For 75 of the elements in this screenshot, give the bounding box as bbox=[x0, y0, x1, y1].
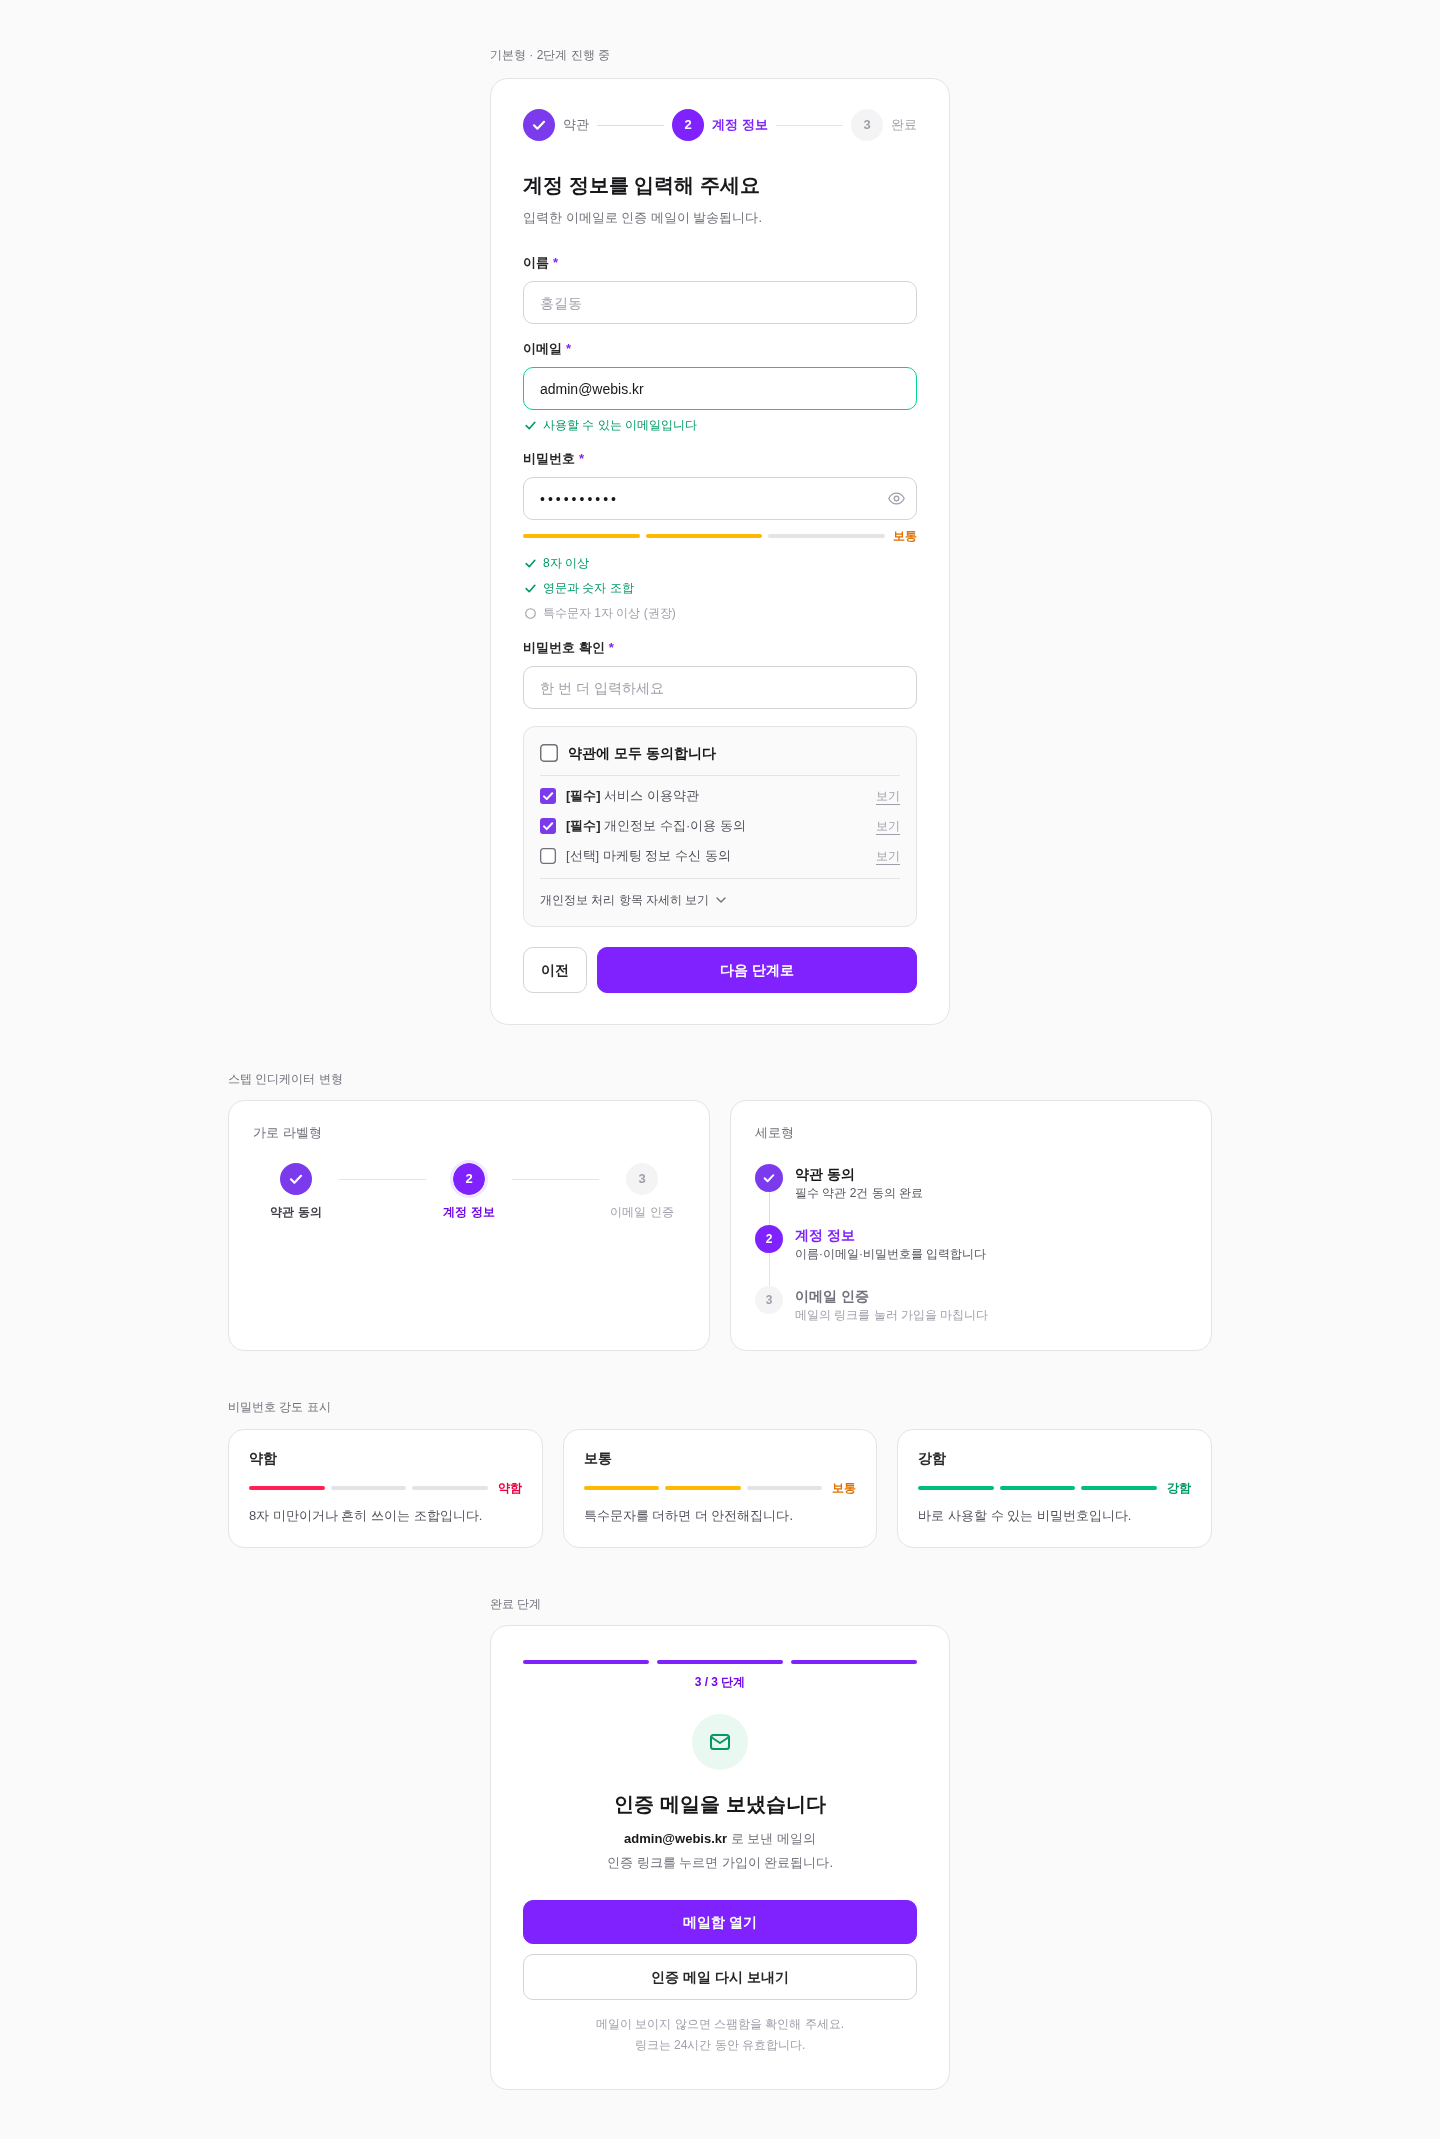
required-mark: * bbox=[553, 254, 559, 273]
completion-message: admin@webis.kr 로 보낸 메일의 인증 링크를 누르면 가입이 완료됩니다. bbox=[606, 1830, 834, 1872]
requirement-text: 8자 이상 bbox=[543, 555, 589, 572]
agreement-text: [필수] 서비스 이용약관 bbox=[566, 787, 699, 806]
requirement-text: 특수문자 1자 이상 (권장) bbox=[543, 605, 676, 622]
step-number: 2 bbox=[755, 1225, 783, 1253]
step-label: 완료 bbox=[891, 116, 917, 135]
strength-description: 8자 미만이거나 흔히 쓰이는 조합입니다. bbox=[249, 1507, 483, 1525]
input-field[interactable]: 홍길동 bbox=[523, 281, 917, 324]
strength-label: 강함 bbox=[1167, 1480, 1191, 1497]
form-subtitle: 입력한 이메일로 인증 메일이 발송됩니다. bbox=[523, 209, 763, 227]
section-caption: 완료 단계 bbox=[490, 1596, 542, 1612]
card-title: 강함 bbox=[918, 1449, 947, 1468]
section-caption: 스텝 인디케이터 변형 bbox=[228, 1071, 343, 1087]
help-note: 메일이 보이지 않으면 스팸함을 확인해 주세요. 링크는 24시간 동안 유효합니다. bbox=[596, 2016, 844, 2054]
step-description: 이름·이메일·비밀번호를 입력합니다 bbox=[795, 1246, 987, 1263]
step-description: 필수 약관 2건 동의 완료 bbox=[795, 1185, 923, 1202]
input-field[interactable]: admin@webis.kr bbox=[523, 367, 917, 410]
step-label: 이메일 인증 bbox=[610, 1204, 674, 1220]
mail-icon bbox=[692, 1714, 748, 1770]
check-icon bbox=[525, 420, 536, 430]
card-title: 약함 bbox=[249, 1449, 277, 1468]
step-number: 3 bbox=[626, 1163, 658, 1195]
password-field[interactable]: •••••••••• bbox=[523, 477, 917, 520]
step-title: 약관 동의 bbox=[795, 1165, 855, 1184]
completion-title: 인증 메일을 보냈습니다 bbox=[614, 1792, 826, 1817]
section-caption: 기본형 · 2단계 진행 중 bbox=[490, 47, 610, 63]
checkbox[interactable] bbox=[540, 848, 556, 864]
strength-description: 바로 사용할 수 있는 비밀번호입니다. bbox=[918, 1507, 1132, 1525]
required-mark: * bbox=[579, 450, 585, 469]
strength-description: 특수문자를 더하면 더 안전해집니다. bbox=[583, 1507, 794, 1525]
card-title: 가로 라벨형 bbox=[253, 1124, 322, 1142]
step-number: 3 bbox=[851, 109, 883, 141]
next-button[interactable]: 다음 단계로 bbox=[597, 947, 917, 993]
strength-label: 약함 bbox=[497, 1480, 522, 1497]
step-number: 3 bbox=[755, 1286, 783, 1314]
input-field[interactable]: 한 번 더 입력하세요 bbox=[523, 666, 917, 709]
field-label: 이름 bbox=[523, 254, 549, 273]
form-title: 계정 정보를 입력해 주세요 bbox=[523, 173, 760, 198]
agreement-text: [필수] 개인정보 수집·이용 동의 bbox=[566, 817, 746, 836]
step-label: 약관 bbox=[563, 116, 589, 135]
step-label: 약관 동의 bbox=[270, 1204, 322, 1220]
strength-label: 보통 bbox=[893, 528, 917, 545]
open-mailbox-button[interactable]: 메일함 열기 bbox=[523, 1900, 917, 1944]
card-title: 세로형 bbox=[755, 1124, 794, 1142]
progress-label: 3 / 3 단계 bbox=[694, 1674, 746, 1690]
section-caption: 비밀번호 강도 표시 bbox=[228, 1399, 331, 1415]
step-label: 계정 정보 bbox=[443, 1204, 495, 1220]
agree-all-label: 약관에 모두 동의합니다 bbox=[568, 743, 716, 763]
field-label: 비밀번호 bbox=[523, 450, 575, 469]
requirement-text: 영문과 숫자 조합 bbox=[543, 580, 634, 597]
step-description: 메일의 링크를 눌러 가입을 마칩니다 bbox=[795, 1307, 989, 1324]
agreement-text: [선택] 마케팅 정보 수신 동의 bbox=[566, 847, 731, 866]
strength-label: 보통 bbox=[832, 1480, 857, 1497]
step-connector bbox=[597, 124, 665, 126]
field-label: 이메일 bbox=[523, 340, 562, 359]
step-label: 계정 정보 bbox=[712, 116, 768, 135]
field-message: 사용할 수 있는 이메일입니다 bbox=[543, 417, 697, 434]
details-toggle[interactable]: 개인정보 처리 항목 자세히 보기 bbox=[540, 891, 727, 909]
checkbox[interactable] bbox=[540, 818, 556, 834]
eye-icon[interactable] bbox=[888, 492, 905, 505]
card-title: 보통 bbox=[583, 1449, 612, 1468]
resend-button[interactable]: 인증 메일 다시 보내기 bbox=[523, 1954, 917, 2000]
checkbox[interactable] bbox=[540, 788, 556, 804]
required-mark: * bbox=[608, 639, 614, 658]
step-title: 계정 정보 bbox=[795, 1226, 855, 1245]
required-mark: * bbox=[566, 340, 572, 359]
field-label: 비밀번호 확인 bbox=[523, 639, 605, 658]
step-connector bbox=[768, 1192, 770, 1225]
chevron-down-icon bbox=[716, 897, 727, 903]
checkbox[interactable] bbox=[540, 744, 558, 762]
back-button[interactable]: 이전 bbox=[523, 947, 587, 993]
step-number: 2 bbox=[672, 109, 705, 141]
step-number: 2 bbox=[450, 1160, 488, 1198]
step-title: 이메일 인증 bbox=[795, 1287, 869, 1306]
